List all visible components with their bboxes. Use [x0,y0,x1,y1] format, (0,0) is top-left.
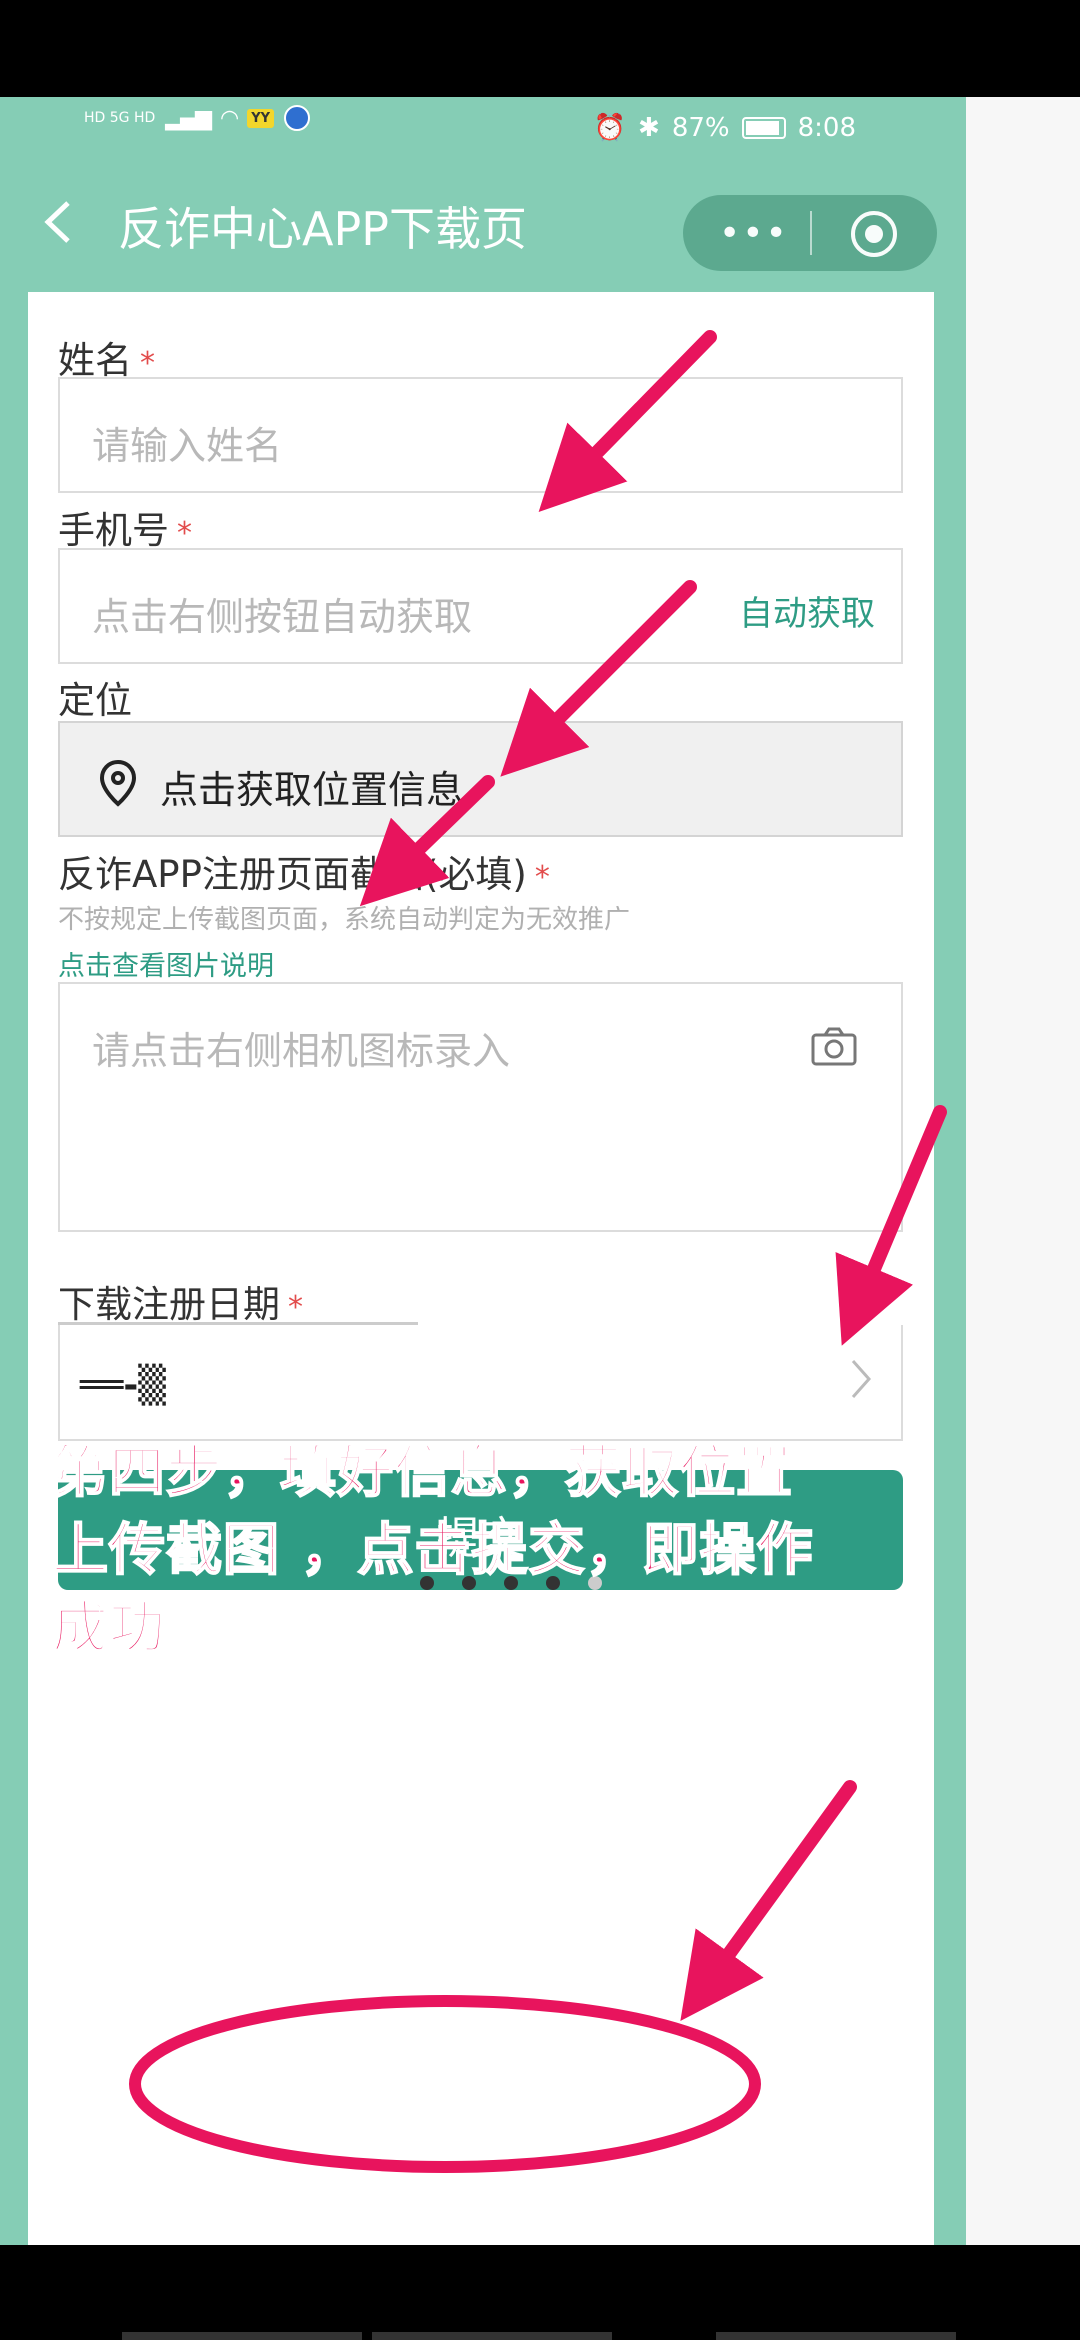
arrow-to-submit [680,1780,857,2022]
bottom-bar-segment [372,2332,612,2340]
arrow-to-phone [500,580,697,777]
bottom-bar-segment [716,2332,956,2340]
arrow-to-name [538,330,717,513]
annotation-line-2: 上传截图 ，点击提交，即操作 [51,1517,814,1584]
arrow-to-camera [835,1105,947,1346]
screenshot-frame: HD 5G HD ▂▄▆ ◠ YY ⏰ ✱ 87% 8:08 反诈中心APP下载… [0,0,1080,2340]
annotation-line-1: 第四步，填好信息，获取位置 [51,1439,793,1506]
annotation-overlay [129,330,947,2173]
phone-screen: HD 5G HD ▂▄▆ ◠ YY ⏰ ✱ 87% 8:08 反诈中心APP下载… [0,97,966,2245]
arrow-to-location [359,775,495,907]
circle-highlight-submit [129,1995,761,2173]
annotation-line-3: 成功 [51,1595,166,1662]
right-background [966,97,1080,2245]
bottom-bar-segment [122,2332,362,2340]
